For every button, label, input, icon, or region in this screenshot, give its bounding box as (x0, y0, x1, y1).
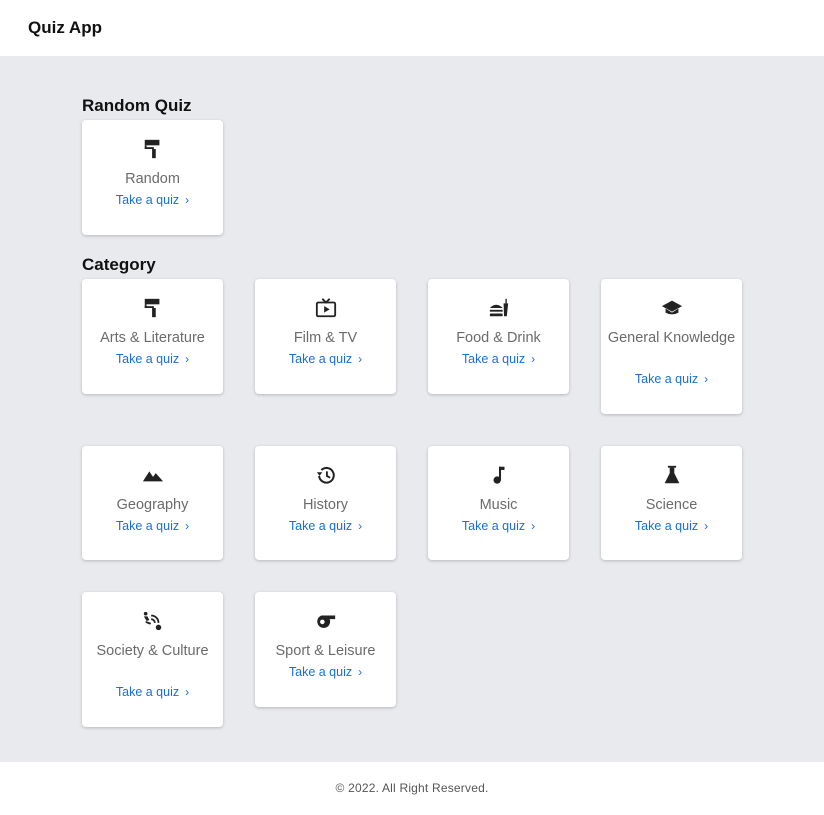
category-card-sport-leisure[interactable]: Sport & Leisure Take a quiz › (255, 592, 396, 707)
copyright-text: © 2022. All Right Reserved. (335, 781, 489, 795)
chevron-right-icon: › (531, 519, 536, 533)
take-quiz-link[interactable]: Take a quiz › (255, 519, 396, 533)
card-label: Arts & Literature (100, 330, 205, 346)
take-quiz-link[interactable]: Take a quiz › (428, 352, 569, 366)
chevron-right-icon: › (704, 372, 709, 386)
take-quiz-link[interactable]: Take a quiz › (82, 519, 223, 533)
category-heading: Category (82, 255, 156, 274)
chevron-right-icon: › (185, 352, 190, 366)
history-clock-icon (255, 464, 396, 486)
whistle-icon (255, 610, 396, 632)
app-title[interactable]: Quiz App (28, 18, 102, 38)
paint-roller-icon (82, 138, 223, 160)
category-card-science[interactable]: Science Take a quiz › (601, 446, 742, 560)
chevron-right-icon: › (358, 665, 363, 679)
graduation-cap-icon (601, 297, 742, 319)
fastfood-icon (428, 297, 569, 319)
chevron-right-icon: › (185, 193, 190, 207)
flask-icon (601, 464, 742, 486)
take-quiz-link[interactable]: Take a quiz › (82, 193, 223, 207)
chevron-right-icon: › (185, 519, 190, 533)
chevron-right-icon: › (704, 519, 709, 533)
take-quiz-link[interactable]: Take a quiz › (82, 352, 223, 366)
random-quiz-card[interactable]: Random Take a quiz › (82, 120, 223, 235)
take-quiz-link[interactable]: Take a quiz › (601, 372, 742, 386)
tv-play-icon (255, 297, 396, 319)
category-card-geography[interactable]: Geography Take a quiz › (82, 446, 223, 560)
card-label: History (302, 497, 349, 513)
card-label: Random (125, 171, 180, 187)
chevron-right-icon: › (185, 685, 190, 699)
card-label: Science (645, 497, 698, 513)
card-label: Music (479, 497, 518, 513)
footer: © 2022. All Right Reserved. (0, 762, 824, 815)
chevron-right-icon: › (358, 519, 363, 533)
top-app-bar: Quiz App (0, 0, 824, 56)
category-card-society-culture[interactable]: Society & Culture Take a quiz › (82, 592, 223, 727)
mountains-icon (82, 464, 223, 486)
category-card-food-drink[interactable]: Food & Drink Take a quiz › (428, 279, 569, 394)
category-card-general-knowledge[interactable]: General Knowledge Take a quiz › (601, 279, 742, 414)
card-label: General Knowledge (607, 330, 736, 346)
take-quiz-link[interactable]: Take a quiz › (255, 665, 396, 679)
card-label: Food & Drink (456, 330, 541, 346)
chevron-right-icon: › (531, 352, 536, 366)
category-card-arts-literature[interactable]: Arts & Literature Take a quiz › (82, 279, 223, 394)
take-quiz-link[interactable]: Take a quiz › (428, 519, 569, 533)
random-quiz-heading: Random Quiz (82, 96, 192, 115)
take-quiz-link[interactable]: Take a quiz › (82, 685, 223, 699)
card-label: Film & TV (293, 330, 358, 346)
take-quiz-link[interactable]: Take a quiz › (255, 352, 396, 366)
category-card-film-tv[interactable]: Film & TV Take a quiz › (255, 279, 396, 394)
music-note-icon (428, 464, 569, 486)
chevron-right-icon: › (358, 352, 363, 366)
card-label: Geography (116, 497, 189, 513)
paint-roller-icon (82, 297, 223, 319)
card-label: Sport & Leisure (275, 643, 376, 659)
card-label: Society & Culture (96, 643, 209, 659)
category-card-music[interactable]: Music Take a quiz › (428, 446, 569, 560)
people-signal-icon (82, 610, 223, 632)
take-quiz-link[interactable]: Take a quiz › (601, 519, 742, 533)
category-card-history[interactable]: History Take a quiz › (255, 446, 396, 560)
